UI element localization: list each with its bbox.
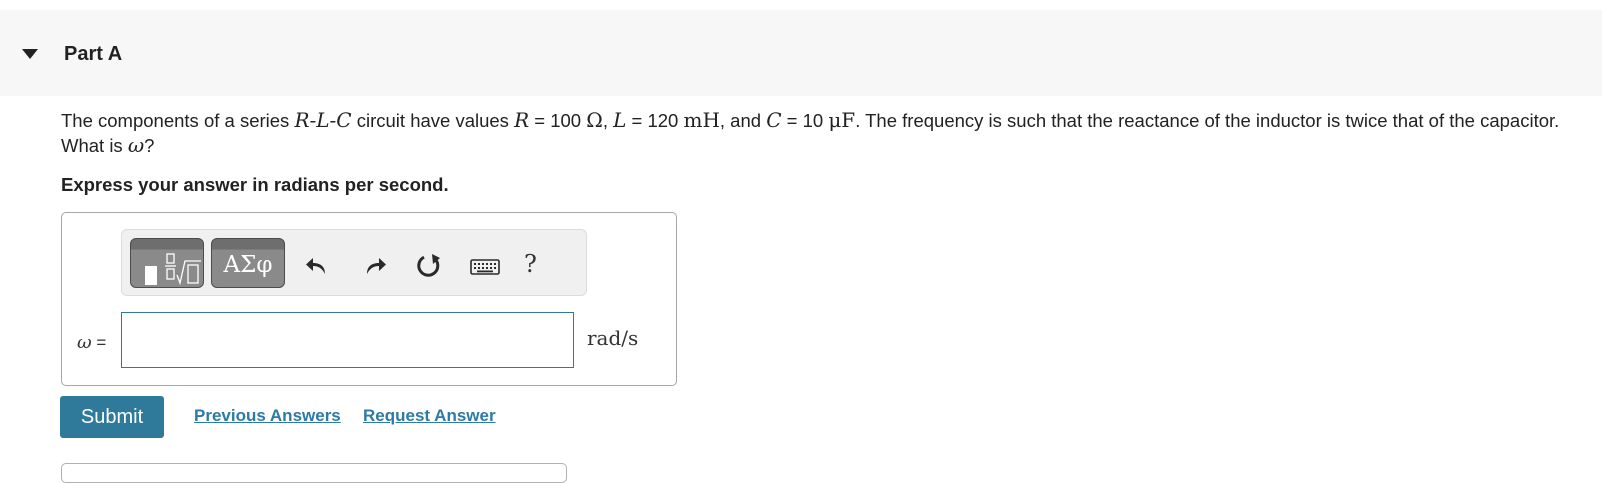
collapse-caret-icon[interactable] xyxy=(22,49,38,59)
part-title: Part A xyxy=(64,43,123,65)
previous-answers-link[interactable]: Previous Answers xyxy=(194,406,341,426)
templates-button[interactable] xyxy=(130,238,204,288)
answer-unit: rad/s xyxy=(587,326,639,350)
answer-variable-label: ω = xyxy=(77,332,107,353)
request-answer-link[interactable]: Request Answer xyxy=(363,406,496,426)
answer-input[interactable] xyxy=(121,312,574,368)
part-header: Part A xyxy=(0,10,1602,96)
submit-button[interactable]: Submit xyxy=(60,396,164,438)
greek-symbols-button[interactable]: ΑΣφ xyxy=(211,238,285,288)
next-section-box xyxy=(61,463,567,483)
fraction-root-template-icon xyxy=(145,253,201,286)
greek-symbols-label: ΑΣφ xyxy=(223,252,273,278)
redo-icon[interactable] xyxy=(361,252,389,280)
math-toolbar: ΑΣφ ? xyxy=(121,229,587,296)
help-icon[interactable]: ? xyxy=(524,250,537,278)
question-text: The components of a series R-L-C circuit… xyxy=(61,108,1560,157)
answer-box: ΑΣφ ? ω = rad/s xyxy=(61,212,677,386)
keyboard-icon[interactable] xyxy=(469,252,501,280)
undo-icon[interactable] xyxy=(303,252,331,280)
answer-instruction: Express your answer in radians per secon… xyxy=(61,174,449,195)
reset-icon[interactable] xyxy=(415,252,443,280)
